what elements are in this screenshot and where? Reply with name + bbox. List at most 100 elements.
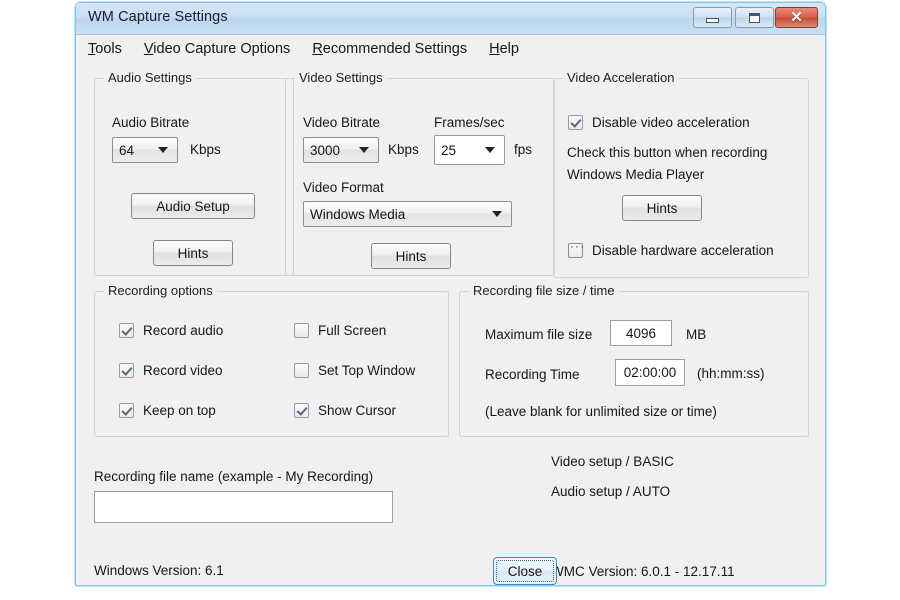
recording-time-unit: (hh:mm:ss)	[697, 366, 765, 381]
menu-item-video-capture-options[interactable]: Video Capture Options	[144, 41, 290, 57]
audio-setup-label: Audio Setup	[156, 199, 230, 214]
close-button[interactable]: Close	[493, 557, 557, 585]
menu-item-tools[interactable]: Tools	[88, 41, 122, 57]
video-bitrate-unit: Kbps	[388, 142, 419, 157]
recording-options-title: Recording options	[104, 283, 217, 298]
video-hints-button[interactable]: Hints	[371, 243, 451, 269]
audio-setup-button[interactable]: Audio Setup	[131, 193, 255, 219]
audio-bitrate-value: 64	[113, 143, 158, 158]
frames-per-sec-unit: fps	[514, 142, 532, 157]
maximum-file-size-label: Maximum file size	[485, 327, 592, 342]
close-icon: ✕	[790, 10, 803, 25]
checkbox-unchecked-icon	[294, 323, 309, 338]
keep-on-top-checkbox[interactable]: Keep on top	[119, 403, 216, 418]
audio-settings-title: Audio Settings	[104, 70, 196, 85]
checkbox-checked-icon	[119, 363, 134, 378]
maximize-icon	[749, 13, 760, 23]
video-format-value: Windows Media	[304, 207, 492, 222]
maximum-file-size-value: 4096	[620, 326, 662, 341]
maximum-file-size-input[interactable]: 4096	[610, 320, 672, 346]
disable-hardware-acceleration-button[interactable]: Disable hardware acceleration	[568, 243, 774, 258]
minimize-button[interactable]	[693, 7, 732, 28]
recording-time-value: 02:00:00	[618, 365, 683, 380]
record-audio-label: Record audio	[143, 323, 223, 338]
keep-on-top-label: Keep on top	[143, 403, 216, 418]
wm-capture-settings-window: WM Capture Settings ✕ Tools Video Captur…	[75, 2, 826, 586]
windows-version-status: Windows Version: 6.1	[94, 563, 224, 578]
audio-settings-group: Audio Settings Audio Bitrate 64 Kbps Aud…	[94, 78, 294, 276]
checkbox-unchecked-icon	[294, 363, 309, 378]
video-acceleration-hints-label: Hints	[647, 201, 678, 216]
recording-file-size-time-title: Recording file size / time	[469, 283, 619, 298]
video-format-combo[interactable]: Windows Media	[303, 201, 512, 227]
audio-bitrate-label: Audio Bitrate	[112, 115, 189, 130]
set-top-window-label: Set Top Window	[318, 363, 415, 378]
record-video-label: Record video	[143, 363, 223, 378]
maximize-button[interactable]	[735, 7, 774, 28]
show-cursor-checkbox[interactable]: Show Cursor	[294, 403, 396, 418]
video-acceleration-note-line1: Check this button when recording	[567, 145, 767, 160]
record-video-checkbox[interactable]: Record video	[119, 363, 223, 378]
video-bitrate-combo[interactable]: 3000	[303, 137, 379, 163]
video-bitrate-value: 3000	[304, 143, 359, 158]
full-screen-label: Full Screen	[318, 323, 386, 338]
menu-accel: V	[144, 41, 153, 57]
recording-file-name-label: Recording file name (example - My Record…	[94, 469, 373, 484]
audio-hints-button[interactable]: Hints	[153, 240, 233, 266]
video-settings-group: Video Settings Video Bitrate 3000 Kbps F…	[285, 78, 555, 276]
checkbox-checked-icon	[119, 403, 134, 418]
frames-per-sec-value: 25	[435, 143, 485, 158]
show-cursor-label: Show Cursor	[318, 403, 396, 418]
close-button-label: Close	[508, 564, 543, 579]
minimize-icon	[706, 18, 719, 23]
recording-file-size-time-group: Recording file size / time Maximum file …	[459, 291, 809, 437]
chevron-down-icon	[359, 147, 369, 153]
recording-file-note: (Leave blank for unlimited size or time)	[485, 404, 717, 419]
audio-setup-status: Audio setup / AUTO	[551, 484, 670, 499]
recording-file-name-input[interactable]	[94, 491, 393, 523]
disable-video-acceleration-label: Disable video acceleration	[592, 115, 750, 130]
video-bitrate-label: Video Bitrate	[303, 115, 380, 130]
window-title: WM Capture Settings	[88, 9, 228, 25]
audio-bitrate-combo[interactable]: 64	[112, 137, 178, 163]
menu-label: ools	[95, 41, 122, 57]
disable-hardware-acceleration-label: Disable hardware acceleration	[592, 243, 774, 258]
checkbox-checked-icon	[294, 403, 309, 418]
video-format-label: Video Format	[303, 180, 384, 195]
audio-bitrate-unit: Kbps	[190, 142, 221, 157]
audio-hints-label: Hints	[178, 246, 209, 261]
chevron-down-icon	[158, 147, 168, 153]
menu-item-help[interactable]: Help	[489, 41, 519, 57]
recording-options-group: Recording options Record audio Record vi…	[94, 291, 449, 437]
set-top-window-checkbox[interactable]: Set Top Window	[294, 363, 415, 378]
disable-video-acceleration-checkbox[interactable]: Disable video acceleration	[568, 115, 750, 130]
video-acceleration-title: Video Acceleration	[563, 70, 678, 85]
recording-time-input[interactable]: 02:00:00	[615, 359, 685, 386]
video-acceleration-note-line2: Windows Media Player	[567, 167, 704, 182]
ellipsis-icon	[568, 243, 583, 258]
video-settings-title: Video Settings	[295, 70, 387, 85]
chevron-down-icon	[485, 147, 495, 153]
video-acceleration-hints-button[interactable]: Hints	[622, 195, 702, 221]
menu-label: elp	[500, 41, 519, 57]
wmc-version-status: WMC Version: 6.0.1 - 12.17.11	[551, 564, 735, 579]
menu-item-recommended-settings[interactable]: Recommended Settings	[312, 41, 467, 57]
menu-label: ideo Capture Options	[153, 41, 290, 57]
close-window-button[interactable]: ✕	[775, 7, 818, 28]
menu-accel: H	[489, 41, 499, 57]
video-acceleration-group: Video Acceleration Disable video acceler…	[553, 78, 809, 278]
video-setup-status: Video setup / BASIC	[551, 454, 674, 469]
title-bar: WM Capture Settings ✕	[76, 3, 825, 35]
chevron-down-icon	[492, 211, 502, 217]
menu-accel: R	[312, 41, 322, 57]
full-screen-checkbox[interactable]: Full Screen	[294, 323, 386, 338]
frames-per-sec-combo[interactable]: 25	[434, 135, 505, 165]
menu-label: ecommended Settings	[323, 41, 467, 57]
maximum-file-size-unit: MB	[686, 327, 706, 342]
frames-per-sec-label: Frames/sec	[434, 115, 505, 130]
record-audio-checkbox[interactable]: Record audio	[119, 323, 223, 338]
checkbox-checked-icon	[568, 115, 583, 130]
recording-time-label: Recording Time	[485, 367, 580, 382]
checkbox-checked-icon	[119, 323, 134, 338]
menu-bar: Tools Video Capture Options Recommended …	[76, 35, 825, 63]
